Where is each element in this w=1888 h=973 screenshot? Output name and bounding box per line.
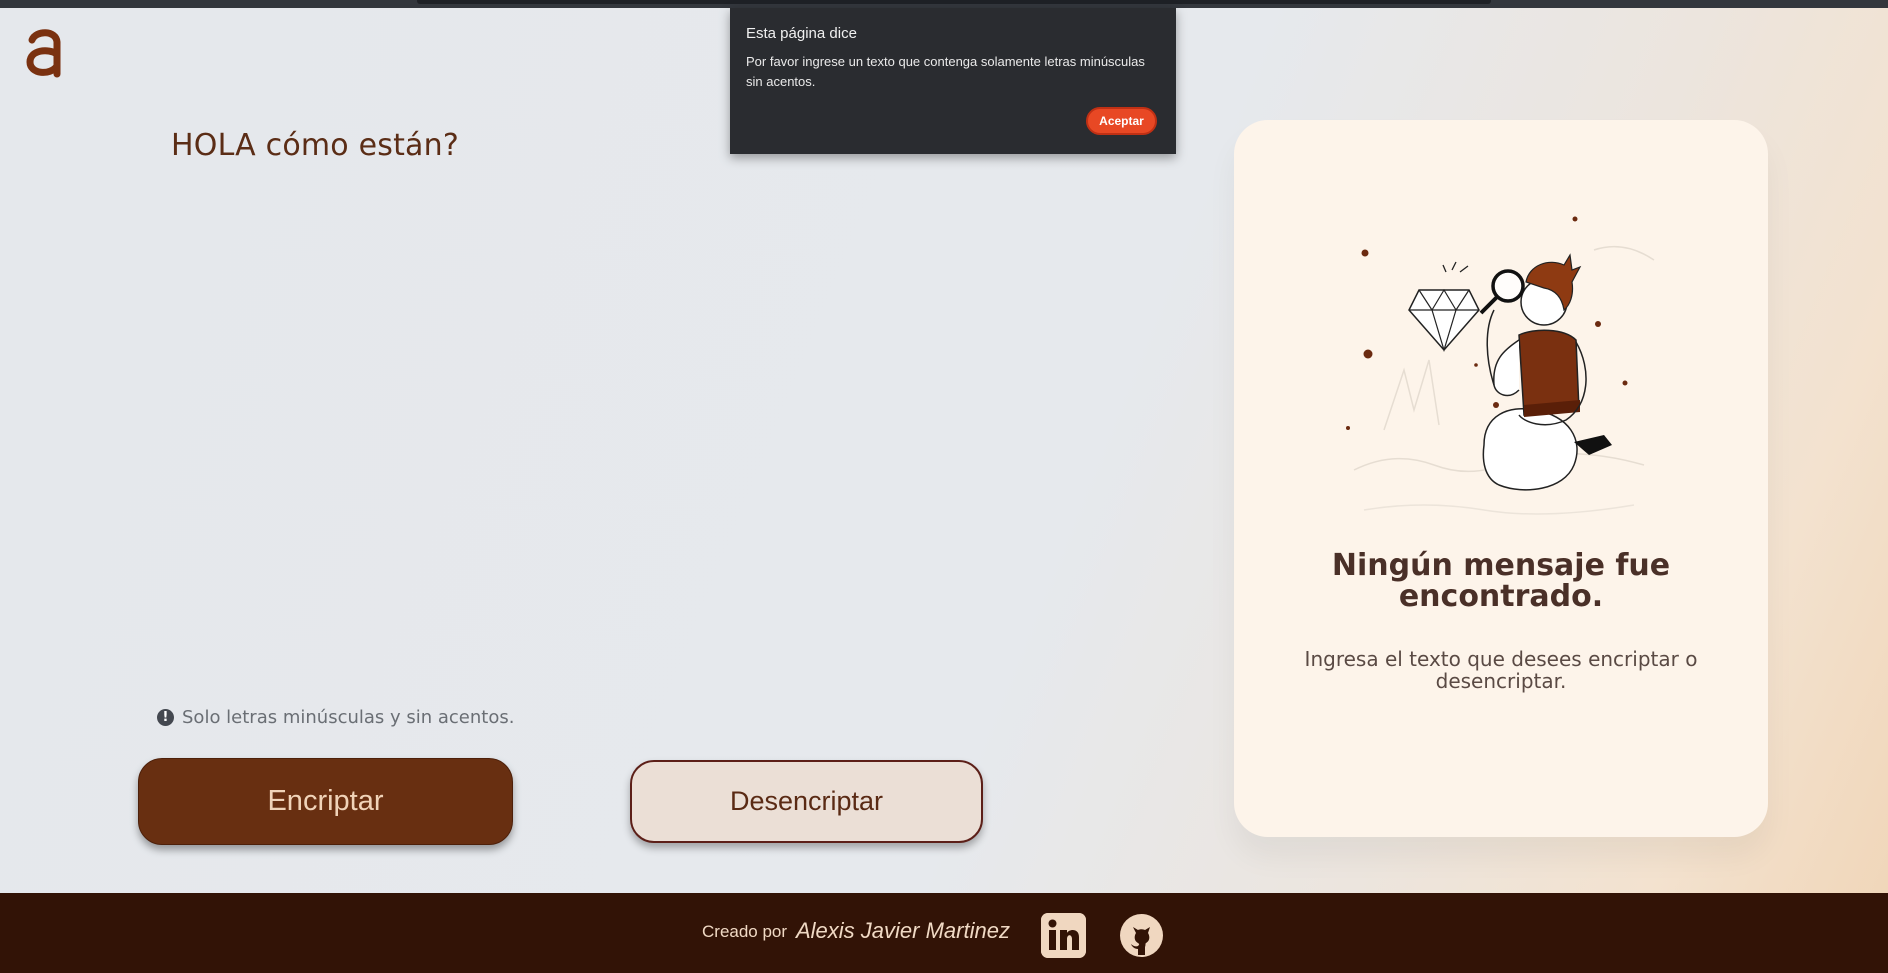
footer-created-by: Creado por: [702, 922, 788, 941]
dialog-accept-button[interactable]: Aceptar: [1086, 107, 1157, 135]
letter-a-logo-icon[interactable]: [24, 26, 64, 80]
footer-author: Alexis Javier Martinez: [796, 918, 1010, 943]
encrypt-button[interactable]: Encriptar: [138, 758, 513, 845]
empty-state-title: Ningún mensaje fue encontrado.: [1331, 548, 1671, 614]
linkedin-icon[interactable]: [1041, 913, 1086, 958]
footer: Creado por Alexis Javier Martinez: [0, 893, 1888, 973]
github-icon[interactable]: [1119, 913, 1164, 958]
browser-top-strip: [0, 0, 1888, 8]
hint-text: Solo letras minúsculas y sin acentos.: [182, 707, 515, 728]
input-hint: ! Solo letras minúsculas y sin acentos.: [157, 707, 514, 728]
alert-dialog: Esta página dice Por favor ingrese un te…: [730, 8, 1176, 154]
empty-state-subtitle: Ingresa el texto que desees encriptar o …: [1304, 647, 1698, 693]
output-card: Ningún mensaje fue encontrado. Ingresa e…: [1234, 120, 1768, 837]
exclamation-circle-icon: !: [157, 709, 174, 726]
dialog-message: Por favor ingrese un texto que contenga …: [746, 54, 1145, 89]
dialog-title: Esta página dice: [746, 25, 857, 42]
decrypt-button[interactable]: Desencriptar: [630, 760, 983, 843]
person-examining-diamond-illustration: [1346, 216, 1655, 515]
